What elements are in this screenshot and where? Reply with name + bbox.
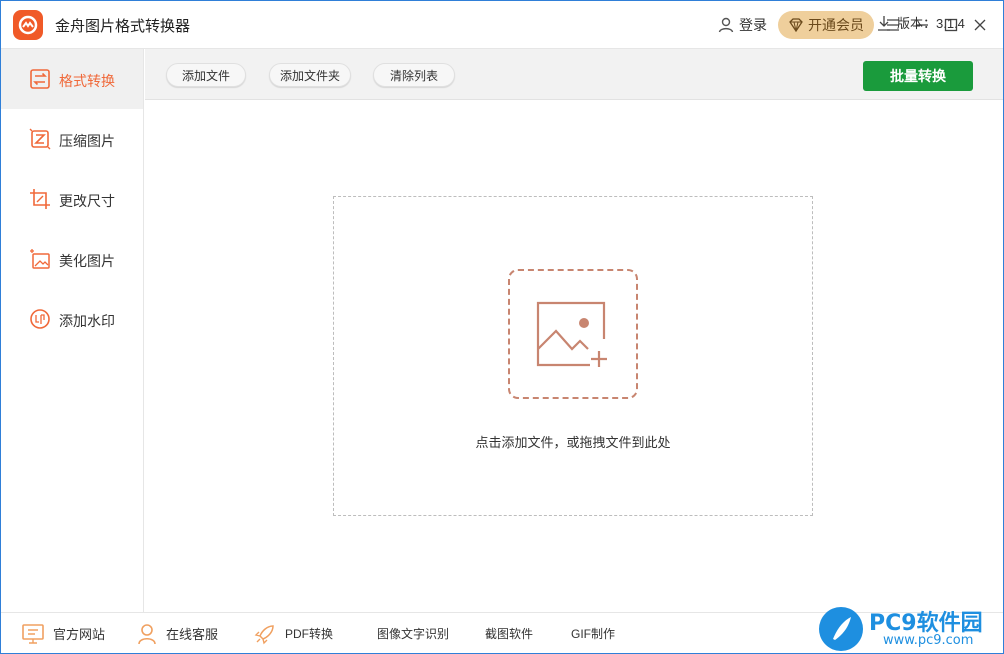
- sidebar-item-label: 美化图片: [59, 253, 115, 269]
- user-icon: [718, 17, 734, 33]
- close-button[interactable]: [968, 13, 992, 37]
- footer-item-label: 在线客服: [166, 627, 219, 642]
- batch-convert-button[interactable]: 批量转换: [863, 61, 973, 91]
- diamond-icon: [789, 18, 803, 32]
- watermark-url: www.pc9.com: [883, 633, 974, 648]
- sidebar: 格式转换 压缩图片 更改尺寸 美化图片 添加水印: [1, 49, 144, 612]
- screenshot-software-link[interactable]: 截图软件: [485, 613, 533, 654]
- watermark-icon: [30, 309, 50, 329]
- sidebar-item-resize[interactable]: 更改尺寸: [1, 169, 143, 229]
- online-support-link[interactable]: 在线客服: [136, 613, 218, 654]
- footer-item-label: 图像文字识别: [377, 627, 450, 641]
- app-logo-icon: [13, 10, 43, 40]
- footer-item-label: GIF制作: [571, 627, 615, 641]
- sidebar-item-beautify[interactable]: 美化图片: [1, 229, 143, 289]
- compress-icon: [29, 128, 51, 150]
- add-image-icon: [536, 301, 607, 367]
- watermark-logo-icon: [819, 607, 863, 651]
- resize-icon: [30, 189, 50, 209]
- footer-item-label: PDF转换: [285, 627, 334, 641]
- footer-item-label: 官方网站: [53, 627, 106, 642]
- pdf-convert-link[interactable]: PDF转换: [253, 613, 333, 654]
- toolbar: 添加文件 添加文件夹 清除列表 批量转换: [145, 49, 1003, 100]
- login-label: 登录: [739, 17, 767, 33]
- sidebar-item-watermark[interactable]: 添加水印: [1, 289, 143, 349]
- vip-label: 开通会员: [808, 17, 864, 33]
- version-info: 版本：3.1.4: [877, 13, 965, 32]
- rocket-icon: [254, 624, 274, 644]
- add-file-button[interactable]: 添加文件: [166, 63, 246, 87]
- sidebar-item-label: 格式转换: [59, 73, 115, 89]
- sidebar-item-format-convert[interactable]: 格式转换: [1, 49, 143, 109]
- format-convert-icon: [30, 69, 50, 89]
- title-bar: 金舟图片格式转换器 登录 开通会员: [1, 1, 1003, 49]
- user-support-icon: [138, 623, 156, 644]
- gif-maker-link[interactable]: GIF制作: [571, 613, 615, 654]
- app-title: 金舟图片格式转换器: [55, 18, 191, 35]
- vip-button[interactable]: 开通会员: [778, 11, 874, 39]
- close-icon: [974, 19, 986, 31]
- clear-list-button[interactable]: 清除列表: [373, 63, 455, 87]
- version-text: 版本：3.1.4: [897, 16, 965, 31]
- beautify-icon: [30, 249, 50, 269]
- sidebar-item-label: 添加水印: [59, 313, 115, 329]
- sidebar-item-label: 更改尺寸: [59, 193, 115, 209]
- drop-hint-text: 点击添加文件，或拖拽文件到此处: [475, 435, 671, 450]
- download-icon: [878, 15, 890, 31]
- site-watermark: PC9软件园 www.pc9.com: [817, 603, 1003, 653]
- sidebar-item-label: 压缩图片: [59, 133, 115, 149]
- add-folder-button[interactable]: 添加文件夹: [269, 63, 351, 87]
- app-window: 金舟图片格式转换器 登录 开通会员 格式转换 压缩图片 更改尺寸 美化图片 添加…: [0, 0, 1004, 654]
- sidebar-item-compress[interactable]: 压缩图片: [1, 109, 143, 169]
- file-drop-zone[interactable]: 点击添加文件，或拖拽文件到此处: [333, 196, 813, 516]
- add-image-box[interactable]: [508, 269, 638, 399]
- official-site-link[interactable]: 官方网站: [21, 613, 105, 654]
- ocr-link[interactable]: 图像文字识别: [377, 613, 449, 654]
- monitor-icon: [22, 623, 44, 644]
- login-button[interactable]: 登录: [717, 15, 767, 35]
- footer-item-label: 截图软件: [485, 627, 534, 641]
